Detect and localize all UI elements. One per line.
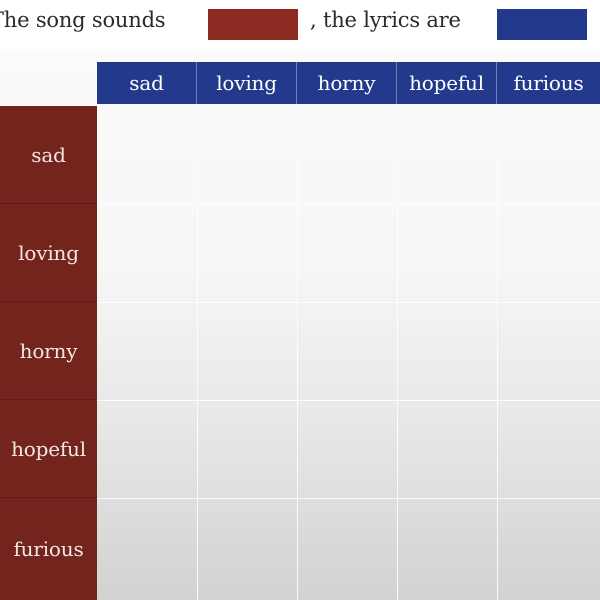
emotion-grid: sad loving horny hopeful furious sad lov…	[0, 50, 600, 600]
caption-text-sounds: The song sounds	[0, 8, 166, 32]
row-header-furious: furious	[0, 498, 97, 600]
caption-text-lyrics: , the lyrics are	[310, 8, 461, 32]
column-header-sad: sad	[97, 62, 197, 104]
page: { "caption": { "part1": "The song sounds…	[0, 0, 600, 600]
grid-line	[397, 156, 398, 600]
grid-line	[497, 156, 498, 600]
caption: The song sounds , the lyrics are	[0, 0, 600, 50]
row-header-horny: horny	[0, 302, 97, 400]
grid-line	[97, 302, 600, 303]
grid-line	[97, 400, 600, 401]
row-header-hopeful: hopeful	[0, 400, 97, 498]
lyrics-color-swatch	[497, 9, 587, 40]
column-header-horny: horny	[297, 62, 397, 104]
grid-line	[197, 156, 198, 600]
column-header-furious: furious	[497, 62, 600, 104]
grid-line	[297, 156, 298, 600]
column-header-hopeful: hopeful	[397, 62, 497, 104]
grid-line	[97, 498, 600, 499]
row-header-sad: sad	[0, 106, 97, 204]
column-header-loving: loving	[197, 62, 297, 104]
grid-line	[97, 204, 600, 205]
row-header-loving: loving	[0, 204, 97, 302]
sound-color-swatch	[208, 9, 298, 40]
